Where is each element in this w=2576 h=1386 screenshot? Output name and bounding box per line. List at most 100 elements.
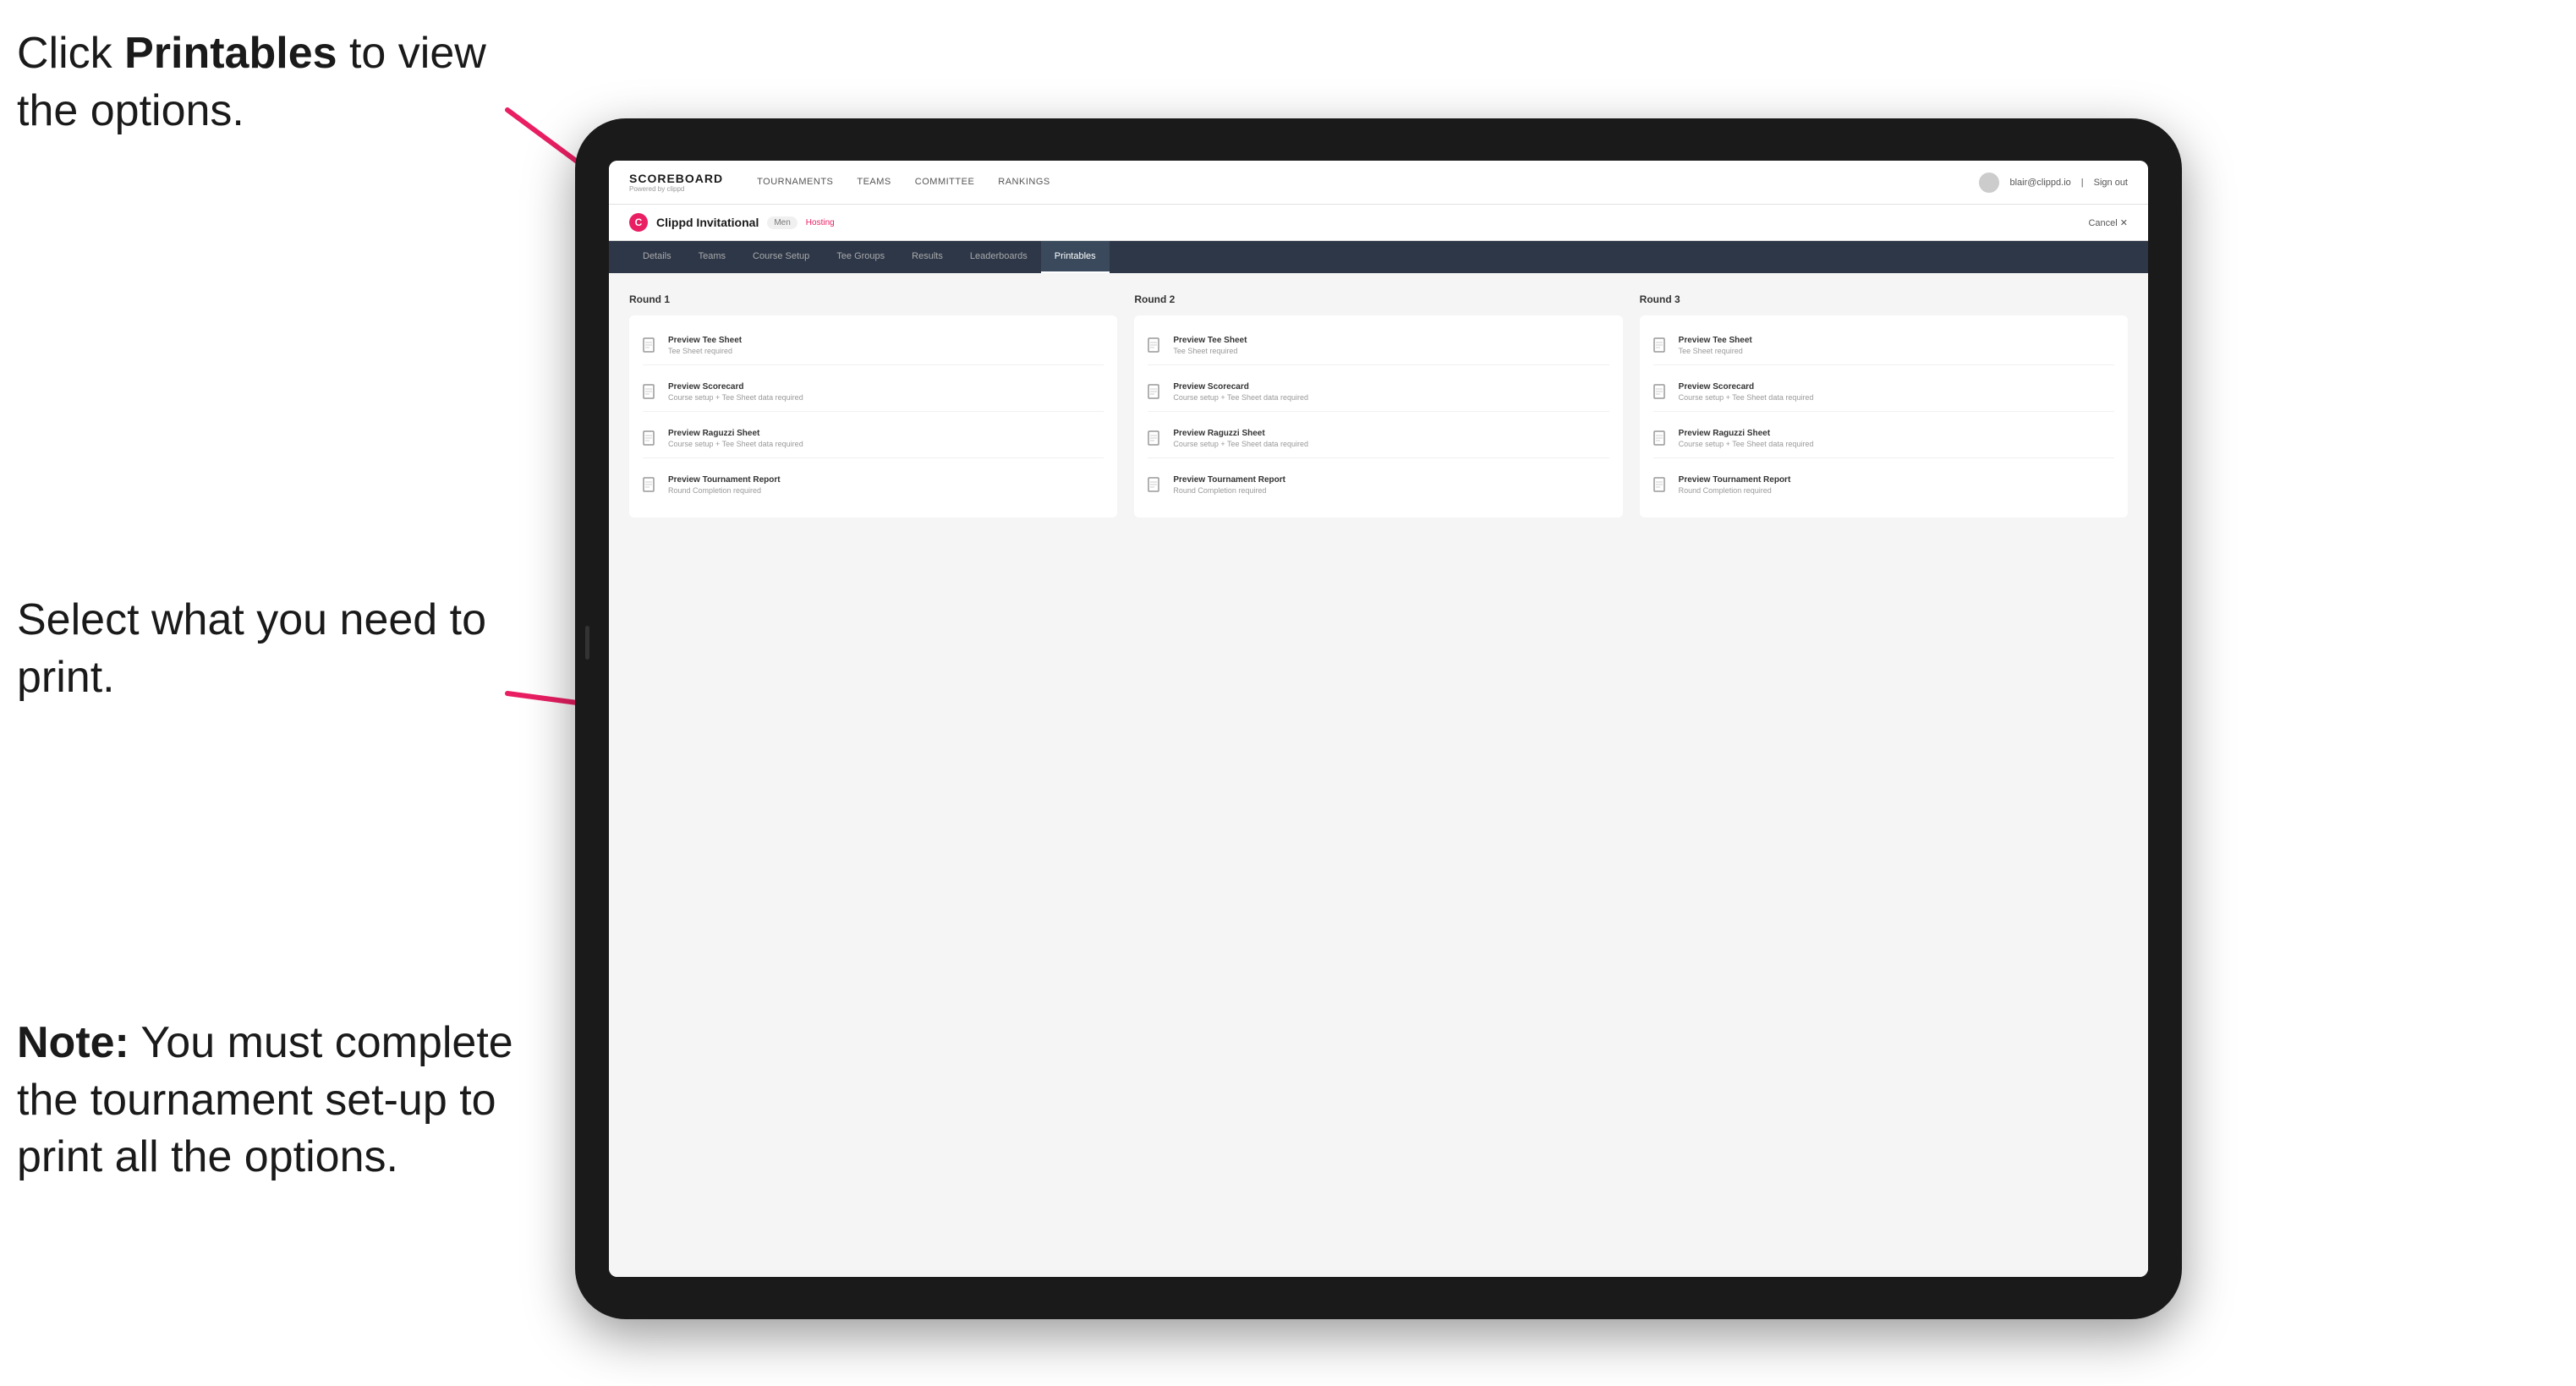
- r2-tee-sheet[interactable]: Preview Tee Sheet Tee Sheet required: [1148, 329, 1609, 365]
- top-nav-links: TOURNAMENTS TEAMS COMMITTEE RANKINGS: [757, 177, 1979, 189]
- r1-tee-sheet-sub: Tee Sheet required: [668, 347, 742, 355]
- r3-doc-icon-1: [1653, 337, 1670, 358]
- r2-scorecard-title: Preview Scorecard: [1173, 382, 1308, 392]
- main-content: Round 1: [609, 273, 2148, 1277]
- nav-rankings[interactable]: RANKINGS: [998, 177, 1050, 189]
- annotation-middle: Select what you need to print.: [17, 592, 491, 706]
- r3-tournament-report-title: Preview Tournament Report: [1679, 475, 1791, 485]
- tab-teams[interactable]: Teams: [685, 241, 739, 273]
- tournament-name: Clippd Invitational: [656, 216, 759, 229]
- r3-scorecard-sub: Course setup + Tee Sheet data required: [1679, 393, 1814, 402]
- r2-scorecard-text: Preview Scorecard Course setup + Tee She…: [1173, 382, 1308, 402]
- brand: SCOREBOARD Powered by clippd: [629, 172, 723, 193]
- select-text: Select what you need to print.: [17, 595, 486, 702]
- sign-out-link[interactable]: Sign out: [2094, 178, 2128, 188]
- r1-raguzzi[interactable]: Preview Raguzzi Sheet Course setup + Tee…: [643, 422, 1104, 458]
- r2-tournament-report-sub: Round Completion required: [1173, 486, 1285, 495]
- round-2-title: Round 2: [1134, 293, 1622, 305]
- r2-doc-icon-4: [1148, 477, 1165, 497]
- sub-nav: Details Teams Course Setup Tee Groups Re…: [609, 241, 2148, 273]
- r3-doc-icon-3: [1653, 430, 1670, 451]
- r1-tournament-report-title: Preview Tournament Report: [668, 475, 781, 485]
- document-icon-2: [643, 384, 660, 404]
- tab-leaderboards[interactable]: Leaderboards: [956, 241, 1041, 273]
- top-nav-right: blair@clippd.io | Sign out: [1979, 173, 2128, 193]
- r1-tournament-report-text: Preview Tournament Report Round Completi…: [668, 475, 781, 495]
- nav-teams[interactable]: TEAMS: [857, 177, 891, 189]
- round-2-card: Preview Tee Sheet Tee Sheet required: [1134, 315, 1622, 518]
- tab-details[interactable]: Details: [629, 241, 685, 273]
- printables-bold: Printables: [124, 29, 337, 78]
- r3-raguzzi-sub: Course setup + Tee Sheet data required: [1679, 440, 1814, 448]
- r2-tournament-report-text: Preview Tournament Report Round Completi…: [1173, 475, 1285, 495]
- r3-tournament-report-sub: Round Completion required: [1679, 486, 1791, 495]
- round-1-card: Preview Tee Sheet Tee Sheet required: [629, 315, 1117, 518]
- r1-tee-sheet-title: Preview Tee Sheet: [668, 336, 742, 345]
- user-avatar: [1979, 173, 1999, 193]
- r1-scorecard-title: Preview Scorecard: [668, 382, 803, 392]
- tablet-screen: SCOREBOARD Powered by clippd TOURNAMENTS…: [609, 161, 2148, 1277]
- r3-raguzzi-title: Preview Raguzzi Sheet: [1679, 429, 1814, 438]
- r1-tournament-report[interactable]: Preview Tournament Report Round Completi…: [643, 468, 1104, 504]
- tournament-title-row: C Clippd Invitational Men Hosting: [629, 213, 835, 232]
- r1-scorecard-sub: Course setup + Tee Sheet data required: [668, 393, 803, 402]
- r1-raguzzi-title: Preview Raguzzi Sheet: [668, 429, 803, 438]
- r2-tee-sheet-title: Preview Tee Sheet: [1173, 336, 1247, 345]
- nav-committee[interactable]: COMMITTEE: [915, 177, 975, 189]
- round-1-title: Round 1: [629, 293, 1117, 305]
- r2-tournament-report[interactable]: Preview Tournament Report Round Completi…: [1148, 468, 1609, 504]
- r2-doc-icon-1: [1148, 337, 1165, 358]
- r1-raguzzi-text: Preview Raguzzi Sheet Course setup + Tee…: [668, 429, 803, 448]
- r2-doc-icon-3: [1148, 430, 1165, 451]
- tab-printables[interactable]: Printables: [1041, 241, 1110, 273]
- r2-raguzzi-sub: Course setup + Tee Sheet data required: [1173, 440, 1308, 448]
- r1-tournament-report-sub: Round Completion required: [668, 486, 781, 495]
- brand-sub: Powered by clippd: [629, 185, 723, 193]
- r3-scorecard-text: Preview Scorecard Course setup + Tee She…: [1679, 382, 1814, 402]
- r3-tee-sheet[interactable]: Preview Tee Sheet Tee Sheet required: [1653, 329, 2114, 365]
- r3-doc-icon-4: [1653, 477, 1670, 497]
- round-2-section: Round 2: [1134, 293, 1622, 518]
- r2-raguzzi[interactable]: Preview Raguzzi Sheet Course setup + Tee…: [1148, 422, 1609, 458]
- annotation-top: Click Printables to view the options.: [17, 25, 491, 140]
- r3-raguzzi-text: Preview Raguzzi Sheet Course setup + Tee…: [1679, 429, 1814, 448]
- cancel-button[interactable]: Cancel ✕: [2088, 217, 2128, 228]
- r2-scorecard[interactable]: Preview Scorecard Course setup + Tee She…: [1148, 375, 1609, 412]
- r1-tee-sheet-text: Preview Tee Sheet Tee Sheet required: [668, 336, 742, 355]
- top-nav: SCOREBOARD Powered by clippd TOURNAMENTS…: [609, 161, 2148, 205]
- r3-tee-sheet-text: Preview Tee Sheet Tee Sheet required: [1679, 336, 1752, 355]
- tab-results[interactable]: Results: [898, 241, 956, 273]
- rounds-grid: Round 1: [629, 293, 2128, 518]
- r2-tournament-report-title: Preview Tournament Report: [1173, 475, 1285, 485]
- annotation-bottom: Note: You must complete the tournament s…: [17, 1015, 524, 1186]
- r2-scorecard-sub: Course setup + Tee Sheet data required: [1173, 393, 1308, 402]
- r2-tee-sheet-text: Preview Tee Sheet Tee Sheet required: [1173, 336, 1247, 355]
- r3-scorecard-title: Preview Scorecard: [1679, 382, 1814, 392]
- tournament-status: Hosting: [806, 218, 835, 227]
- r1-tee-sheet[interactable]: Preview Tee Sheet Tee Sheet required: [643, 329, 1104, 365]
- document-icon: [643, 337, 660, 358]
- r3-tournament-report[interactable]: Preview Tournament Report Round Completi…: [1653, 468, 2114, 504]
- user-email: blair@clippd.io: [2009, 178, 2070, 188]
- r2-raguzzi-title: Preview Raguzzi Sheet: [1173, 429, 1308, 438]
- round-3-section: Round 3: [1640, 293, 2128, 518]
- r1-raguzzi-sub: Course setup + Tee Sheet data required: [668, 440, 803, 448]
- tournament-header: C Clippd Invitational Men Hosting Cancel…: [609, 205, 2148, 241]
- tablet-frame: SCOREBOARD Powered by clippd TOURNAMENTS…: [575, 118, 2182, 1319]
- tab-course-setup[interactable]: Course Setup: [739, 241, 823, 273]
- round-3-title: Round 3: [1640, 293, 2128, 305]
- separator: |: [2081, 178, 2084, 188]
- note-bold: Note:: [17, 1018, 129, 1067]
- round-1-section: Round 1: [629, 293, 1117, 518]
- tab-tee-groups[interactable]: Tee Groups: [823, 241, 898, 273]
- r3-scorecard[interactable]: Preview Scorecard Course setup + Tee She…: [1653, 375, 2114, 412]
- round-3-card: Preview Tee Sheet Tee Sheet required: [1640, 315, 2128, 518]
- document-icon-3: [643, 430, 660, 451]
- r2-tee-sheet-sub: Tee Sheet required: [1173, 347, 1247, 355]
- document-icon-4: [643, 477, 660, 497]
- tournament-badge: Men: [767, 216, 797, 229]
- r3-raguzzi[interactable]: Preview Raguzzi Sheet Course setup + Tee…: [1653, 422, 2114, 458]
- nav-tournaments[interactable]: TOURNAMENTS: [757, 177, 833, 189]
- r3-tee-sheet-sub: Tee Sheet required: [1679, 347, 1752, 355]
- r1-scorecard[interactable]: Preview Scorecard Course setup + Tee She…: [643, 375, 1104, 412]
